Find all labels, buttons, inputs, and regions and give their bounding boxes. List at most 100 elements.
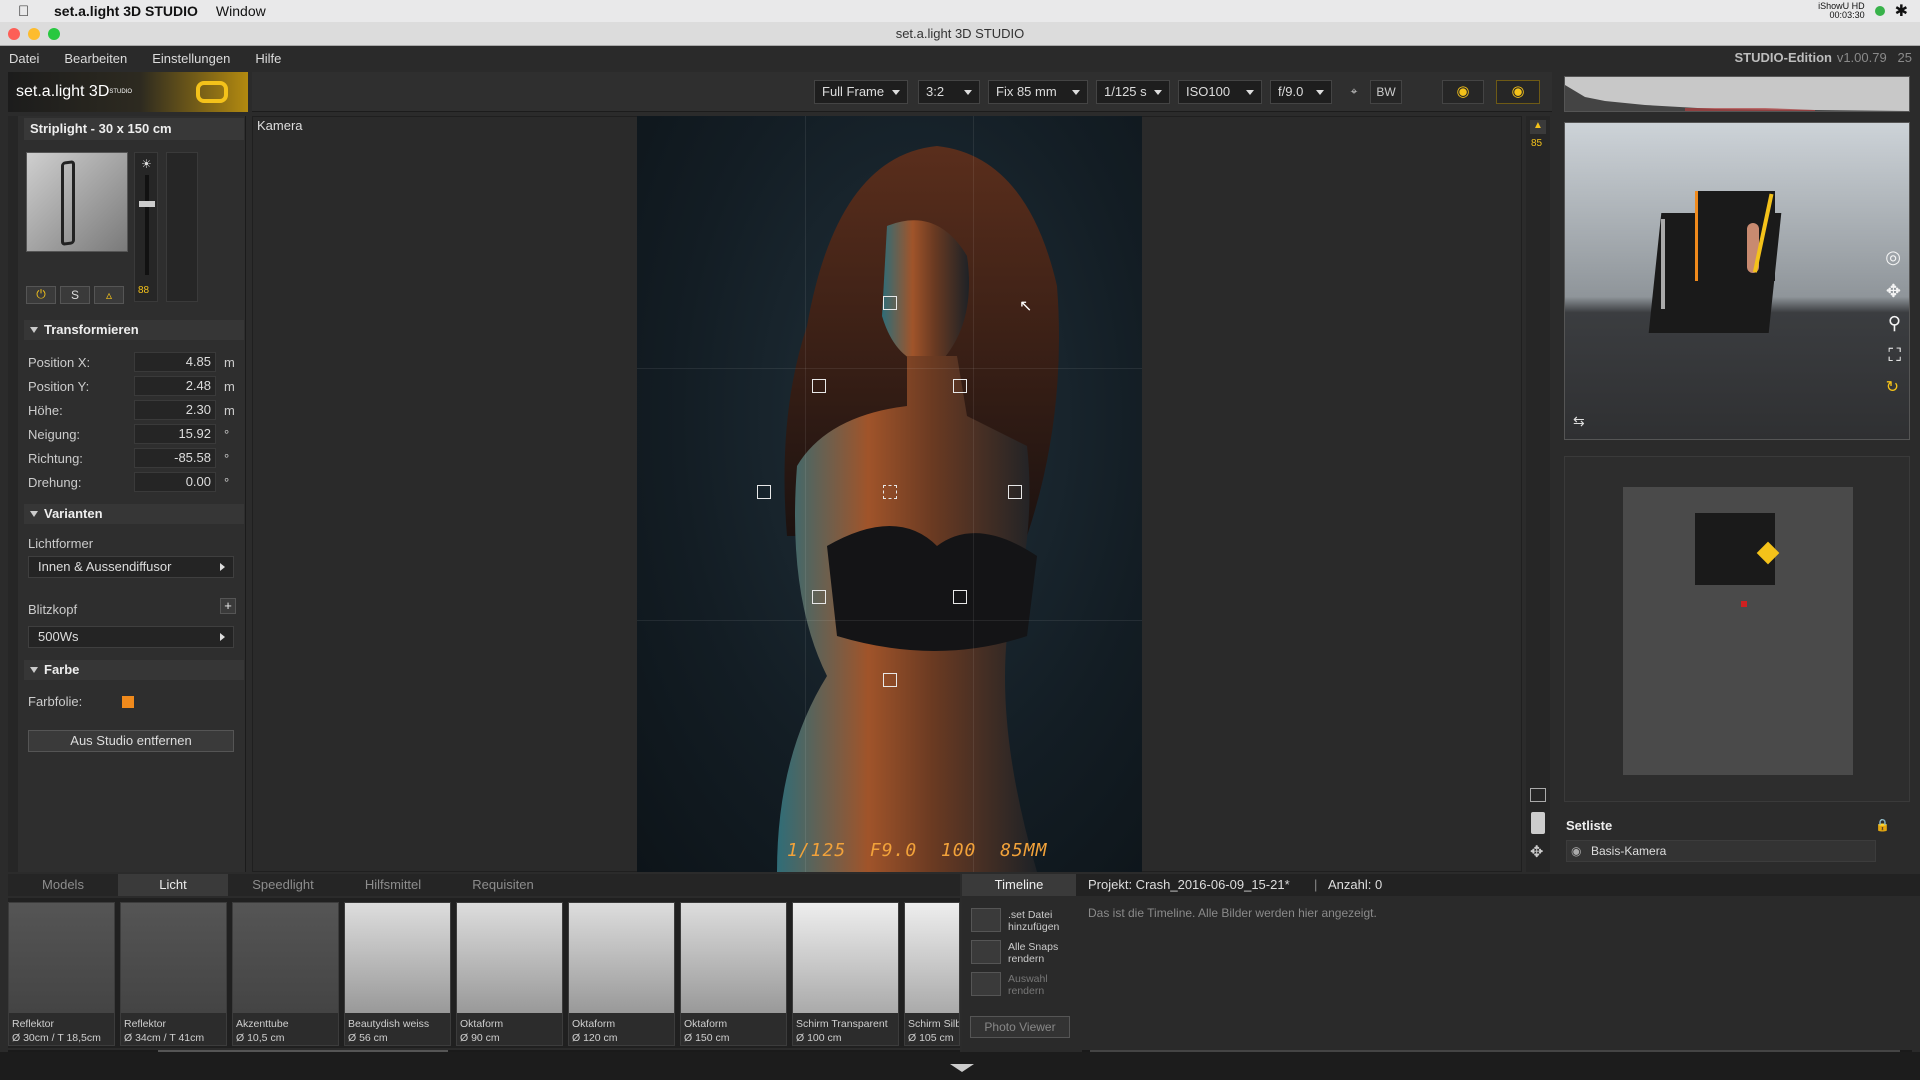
focus-point[interactable] xyxy=(953,379,967,393)
mac-menu-window[interactable]: Window xyxy=(216,3,266,19)
section-color[interactable]: Farbe xyxy=(24,660,244,680)
focus-point[interactable] xyxy=(883,673,897,687)
lock-icon[interactable]: 🔒 xyxy=(1875,818,1890,832)
height-input[interactable]: 2.30 xyxy=(134,400,216,420)
reflector-thumbnail xyxy=(9,903,114,1013)
tilt-input[interactable]: 15.92 xyxy=(134,424,216,444)
direction-input[interactable]: -85.58 xyxy=(134,448,216,468)
color-filter-swatch[interactable] xyxy=(122,696,134,708)
focus-point[interactable] xyxy=(812,379,826,393)
swap-view-icon[interactable]: ⇆ xyxy=(1573,413,1585,430)
render-all-snaps-button[interactable]: Alle Snaps rendern xyxy=(968,938,1074,968)
striplight-icon xyxy=(61,160,75,246)
settings-icon[interactable]: ✱ xyxy=(1895,3,1908,19)
tab-licht[interactable]: Licht xyxy=(118,874,228,896)
power-slider-handle[interactable] xyxy=(139,201,155,207)
camera-marker xyxy=(1741,601,1747,607)
focus-point[interactable] xyxy=(757,485,771,499)
prop-tilt: Neigung: 15.92 ° xyxy=(28,424,230,444)
properties-scrollbar[interactable] xyxy=(8,116,18,872)
library-item[interactable]: Schirm Transparent Ø 100 cm xyxy=(792,902,899,1046)
remove-from-studio-button[interactable]: Aus Studio entfernen xyxy=(28,730,234,752)
rotation-input[interactable]: 0.00 xyxy=(134,472,216,492)
visibility-eye-icon[interactable]: ◉ xyxy=(1571,841,1581,861)
lens-select[interactable]: Fix 85 mm xyxy=(988,80,1088,104)
apple-icon[interactable]:  xyxy=(18,3,40,20)
zoom-view-icon[interactable]: ⚲ xyxy=(1888,313,1901,334)
light-title: Striplight - 30 x 150 cm xyxy=(24,118,244,140)
render-camera-icon[interactable]: ◉ xyxy=(1496,80,1540,104)
snap-count: Anzahl: 0 xyxy=(1328,877,1383,892)
stand-icon[interactable]: ▵ xyxy=(94,286,124,304)
menu-datei[interactable]: Datei xyxy=(9,51,39,66)
studio-3d-view[interactable]: ◎ ✥ ⚲ ⛶ ↻ ⇆ xyxy=(1564,122,1910,440)
menu-einstellungen[interactable]: Einstellungen xyxy=(152,51,230,66)
render-selection-button[interactable]: Auswahl rendern xyxy=(968,970,1074,1000)
camera-render-image[interactable]: ↖ 1/125 F9.0 100 85MM xyxy=(637,116,1142,872)
focus-point-active[interactable] xyxy=(883,485,897,499)
library-item[interactable]: Reflektor Ø 30cm / T 18,5cm xyxy=(8,902,115,1046)
power-toggle-icon[interactable]: ⏻ xyxy=(26,286,56,304)
aspect-ratio-select[interactable]: 3:2 xyxy=(918,80,980,104)
position-y-input[interactable]: 2.48 xyxy=(134,376,216,396)
fit-view-icon[interactable]: ⛶ xyxy=(1888,345,1901,366)
render-selection-icon xyxy=(971,972,1001,996)
shutter-select[interactable]: 1/125 s xyxy=(1096,80,1170,104)
grid-toggle-icon[interactable] xyxy=(1530,788,1546,802)
menu-bearbeiten[interactable]: Bearbeiten xyxy=(64,51,127,66)
window-titlebar: set.a.light 3D STUDIO xyxy=(0,22,1920,46)
solo-button[interactable]: S xyxy=(60,286,90,304)
mac-app-name[interactable]: set.a.light 3D STUDIO xyxy=(54,3,198,19)
lightformer-select[interactable]: Innen & Aussendiffusor xyxy=(28,556,234,578)
section-variants[interactable]: Varianten xyxy=(24,504,244,524)
menu-hilfe[interactable]: Hilfe xyxy=(255,51,281,66)
tab-requisiten[interactable]: Requisiten xyxy=(448,874,558,896)
add-flash-head-button[interactable]: + xyxy=(220,598,236,614)
reset-view-icon[interactable]: ↻ xyxy=(1886,377,1899,397)
library-item[interactable]: Beautydish weiss Ø 56 cm xyxy=(344,902,451,1046)
library-item[interactable]: Akzenttube Ø 10,5 cm xyxy=(232,902,339,1046)
focus-point[interactable] xyxy=(1008,485,1022,499)
library-item[interactable]: Oktaform Ø 120 cm xyxy=(568,902,675,1046)
light-meter-icon[interactable]: ⌖ xyxy=(1343,80,1365,104)
iso-select[interactable]: ISO100 xyxy=(1178,80,1262,104)
collapse-panel-icon[interactable] xyxy=(950,1064,974,1072)
library-item[interactable]: Reflektor Ø 34cm / T 41cm xyxy=(120,902,227,1046)
tab-models[interactable]: Models xyxy=(8,874,118,896)
library-item[interactable]: Schirm Silb Ø 105 cm xyxy=(904,902,960,1046)
move-camera-icon[interactable]: ✥ xyxy=(1530,842,1543,862)
sensor-format-select[interactable]: Full Frame xyxy=(814,80,908,104)
power-slider-track xyxy=(145,175,149,275)
prop-position-y: Position Y: 2.48 m xyxy=(28,376,235,396)
timeline-empty-text: Das ist die Timeline. Alle Bilder werden… xyxy=(1088,906,1377,920)
minimize-window-button[interactable] xyxy=(28,28,40,40)
snapshot-camera-icon[interactable]: ◉ xyxy=(1442,80,1484,104)
position-x-input[interactable]: 4.85 xyxy=(134,352,216,372)
flash-head-select[interactable]: 500Ws xyxy=(28,626,234,648)
tab-timeline[interactable]: Timeline xyxy=(962,874,1076,896)
tab-speedlight[interactable]: Speedlight xyxy=(228,874,338,896)
section-transform[interactable]: Transformieren xyxy=(24,320,244,340)
setlist-item[interactable]: ◉ Basis-Kamera xyxy=(1566,840,1876,862)
add-set-file-button[interactable]: .set Datei hinzufügen xyxy=(968,906,1074,936)
studio-top-view[interactable] xyxy=(1564,456,1910,802)
focus-point[interactable] xyxy=(953,590,967,604)
photo-viewer-button[interactable]: Photo Viewer xyxy=(970,1016,1070,1038)
rotate-view-icon[interactable]: ◎ xyxy=(1885,247,1901,268)
library-item[interactable]: Oktaform Ø 90 cm xyxy=(456,902,563,1046)
power-slider[interactable]: ☀ 88 xyxy=(134,152,158,302)
focal-icon[interactable]: ▲ xyxy=(1530,120,1546,134)
accent-tube-thumbnail xyxy=(233,903,338,1013)
focus-point[interactable] xyxy=(883,296,897,310)
camera-handle-icon[interactable] xyxy=(1531,812,1545,834)
aperture-select[interactable]: f/9.0 xyxy=(1270,80,1332,104)
focus-point[interactable] xyxy=(812,590,826,604)
library-item[interactable]: Oktaform Ø 150 cm xyxy=(680,902,787,1046)
prop-direction: Richtung: -85.58 ° xyxy=(28,448,230,468)
close-window-button[interactable] xyxy=(8,28,20,40)
logo-symbol-icon xyxy=(196,81,228,103)
tab-hilfsmittel[interactable]: Hilfsmittel xyxy=(338,874,448,896)
zoom-window-button[interactable] xyxy=(48,28,60,40)
bw-toggle-button[interactable]: BW xyxy=(1370,80,1402,104)
pan-view-icon[interactable]: ✥ xyxy=(1886,281,1901,302)
